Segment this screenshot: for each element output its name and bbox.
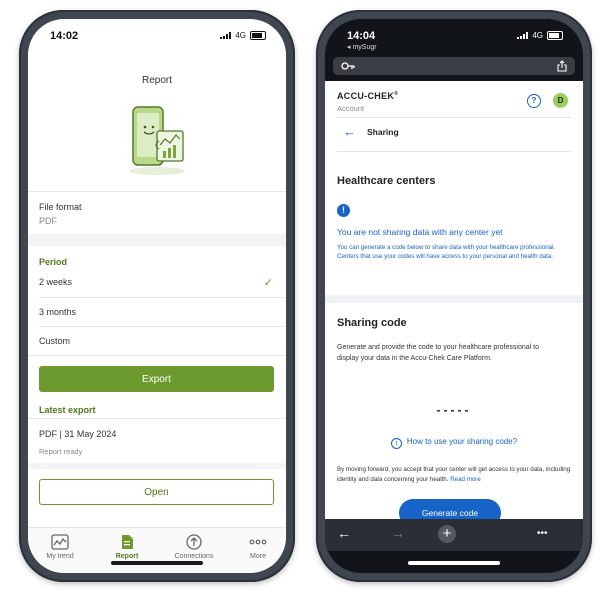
tab-more[interactable]: More xyxy=(232,534,284,560)
report-icon xyxy=(122,535,133,549)
signal-icon xyxy=(517,32,529,39)
web-page: ACCU-CHEK® Account ? D ← Sharing Healthc… xyxy=(325,81,583,519)
notice-title: You are not sharing data with any center… xyxy=(337,227,503,237)
network-label: 4G xyxy=(532,31,543,40)
status-time: 14:02 xyxy=(50,30,79,42)
how-to-use-link[interactable]: i How to use your sharing code? xyxy=(325,437,583,449)
export-button[interactable]: Export xyxy=(39,366,274,392)
period-option-label: Custom xyxy=(39,336,71,346)
browser-toolbar: ← → + ••• xyxy=(325,519,583,551)
signal-icon xyxy=(220,32,232,39)
battery-icon xyxy=(250,31,266,40)
report-status: Report ready xyxy=(39,447,83,456)
more-icon xyxy=(249,539,267,545)
share-icon[interactable] xyxy=(557,60,567,72)
divider xyxy=(28,418,286,419)
file-format-label: File format xyxy=(39,202,82,212)
new-tab-icon[interactable]: + xyxy=(438,525,456,543)
home-indicator xyxy=(408,561,500,565)
browser-forward-icon[interactable]: → xyxy=(391,525,405,541)
read-more-link[interactable]: Read more xyxy=(450,476,481,483)
status-bar: 14:02 4G xyxy=(28,19,286,49)
healthcare-centers-heading: Healthcare centers xyxy=(337,175,436,187)
generate-code-button[interactable]: Generate code xyxy=(399,499,501,519)
browser-back-icon[interactable]: ← xyxy=(337,525,351,541)
page-title: Sharing xyxy=(367,127,399,137)
avatar[interactable]: D xyxy=(553,93,568,108)
section-gap xyxy=(28,234,286,246)
latest-export-value: PDF | 31 May 2024 xyxy=(39,429,117,439)
divider xyxy=(28,355,286,356)
period-option-custom[interactable]: Custom xyxy=(39,336,274,346)
back-arrow-icon[interactable]: ← xyxy=(343,124,356,139)
period-option-label: 3 months xyxy=(39,307,77,317)
sharing-code-heading: Sharing code xyxy=(337,317,407,329)
back-to-app-link[interactable]: ◂ mySugr xyxy=(347,43,377,51)
tab-report[interactable]: Report xyxy=(101,534,153,560)
phone-right: 14:04 4G ◂ mySugr ACCU-CHEK® Account ? D… xyxy=(316,10,592,582)
key-icon xyxy=(341,62,355,70)
open-button[interactable]: Open xyxy=(39,479,274,505)
report-screen: 14:02 4G Report File format PDF Period 2 xyxy=(28,19,286,573)
file-format-value: PDF xyxy=(39,216,57,226)
tab-connections[interactable]: Connections xyxy=(168,534,220,560)
divider xyxy=(28,191,286,192)
period-option-label: 2 weeks xyxy=(39,277,73,287)
divider xyxy=(39,297,286,298)
url-bar[interactable] xyxy=(333,57,575,75)
consent-text: By moving forward, you accept that your … xyxy=(337,466,571,483)
period-option-3-months[interactable]: 3 months xyxy=(39,307,274,317)
brand-subtitle: Account xyxy=(337,104,365,113)
home-indicator xyxy=(111,561,203,565)
tab-my-trend[interactable]: My trend xyxy=(34,534,86,560)
trend-icon xyxy=(51,534,69,550)
latest-export-heading: Latest export xyxy=(39,405,96,415)
sharing-code-description: Generate and provide the code to your he… xyxy=(337,344,539,362)
sharing-screen: 14:04 4G ◂ mySugr ACCU-CHEK® Account ? D… xyxy=(325,19,583,573)
info-icon: ! xyxy=(337,204,350,217)
divider xyxy=(337,117,571,118)
divider xyxy=(337,151,571,152)
sharing-code-placeholder: ----- xyxy=(436,403,472,417)
brand-logo: ACCU-CHEK® xyxy=(337,91,399,101)
help-icon[interactable]: ? xyxy=(527,94,541,108)
connections-icon xyxy=(186,534,202,550)
notice-body: You can generate a code below to share d… xyxy=(337,244,556,260)
status-time: 14:04 xyxy=(347,30,376,42)
section-gap xyxy=(28,463,286,469)
period-heading: Period xyxy=(39,257,68,267)
checkmark-icon: ✓ xyxy=(263,277,273,289)
period-option-2-weeks[interactable]: 2 weeks xyxy=(39,277,274,287)
network-label: 4G xyxy=(235,31,246,40)
divider xyxy=(39,326,286,327)
page-title: Report xyxy=(141,75,172,86)
browser-menu-icon[interactable]: ••• xyxy=(537,528,548,539)
phone-left: 14:02 4G Report File format PDF Period 2 xyxy=(19,10,295,582)
section-gap xyxy=(325,295,583,303)
tab-bar: My trend Report Connections More xyxy=(28,527,286,573)
info-circle-icon: i xyxy=(390,438,402,449)
battery-icon xyxy=(547,31,563,40)
report-illustration xyxy=(129,106,185,175)
